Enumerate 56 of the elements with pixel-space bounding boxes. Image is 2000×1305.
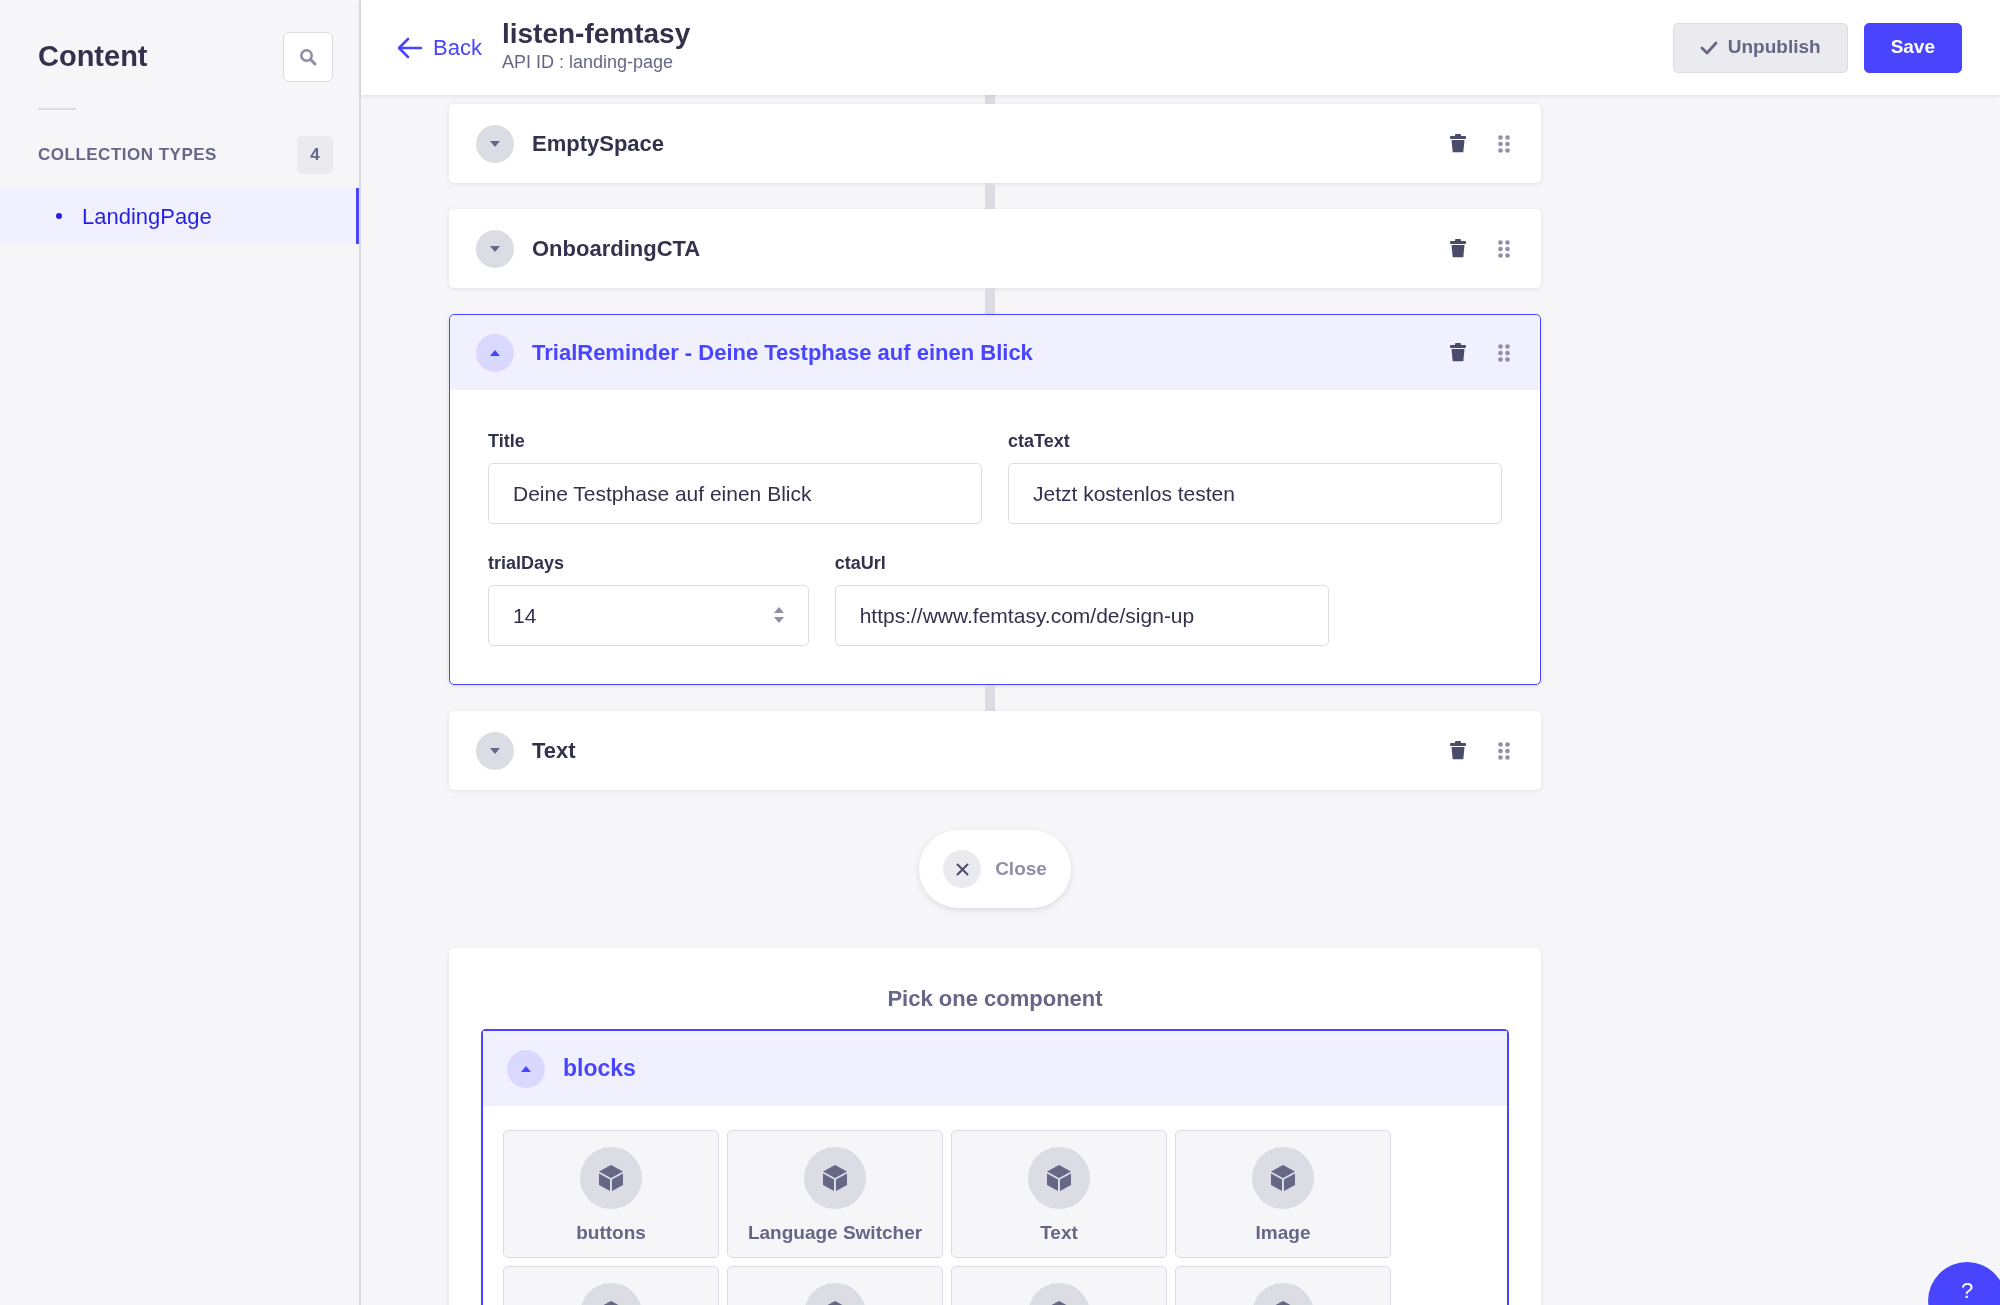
- input-field[interactable]: https://www.femtasy.com/de/sign-up: [834, 585, 1329, 646]
- page-title: listen-femtasy: [501, 18, 692, 50]
- field-label: ctaText: [1008, 430, 1071, 453]
- input-field[interactable]: Deine Testphase auf einen Blick: [488, 463, 982, 524]
- component-tile[interactable]: Language Switcher: [727, 1130, 943, 1258]
- caret-icon: [489, 348, 501, 357]
- field-label: ctaUrl: [834, 552, 887, 575]
- collapse-button[interactable]: [476, 333, 514, 372]
- group-name[interactable]: blocks: [563, 1051, 636, 1086]
- picker-title: Pick one component: [886, 985, 1104, 1013]
- drag-handle-icon: [1498, 343, 1510, 362]
- save-button[interactable]: Save: [1863, 22, 1962, 73]
- back-link[interactable]: Back: [397, 31, 482, 64]
- drag-handle-icon: [1498, 239, 1510, 258]
- sidebar-item[interactable]: LandingPage: [0, 188, 359, 244]
- sidebar-title: Content: [38, 39, 148, 75]
- trash-icon: [1450, 741, 1466, 760]
- expand-button[interactable]: [476, 229, 514, 268]
- count-badge: 4: [297, 136, 333, 174]
- caret-icon: [520, 1064, 532, 1073]
- spinner-icon[interactable]: [772, 606, 785, 624]
- caret-icon: [489, 244, 501, 253]
- component-title[interactable]: OnboardingCTA: [532, 232, 1446, 265]
- component-tile[interactable]: Text: [951, 1130, 1167, 1258]
- section-heading: COLLECTION TYPES: [38, 144, 217, 167]
- unpublish-button[interactable]: Unpublish: [1672, 22, 1848, 73]
- collapse-button[interactable]: [507, 1049, 545, 1088]
- check-icon: [1699, 40, 1718, 55]
- search-icon: [299, 48, 317, 66]
- search-button[interactable]: [283, 32, 333, 82]
- input-field[interactable]: Jetzt kostenlos testen: [1008, 463, 1502, 524]
- cube-icon: [822, 1164, 848, 1192]
- help-button[interactable]: ?: [1928, 1262, 2000, 1305]
- cube-icon: [1046, 1164, 1072, 1192]
- drag-handle-icon: [1498, 741, 1510, 760]
- expand-button[interactable]: [476, 731, 514, 770]
- field-label: trialDays: [488, 552, 566, 575]
- close-icon: [955, 862, 969, 876]
- trash-icon: [1450, 239, 1466, 258]
- expand-button[interactable]: [476, 124, 514, 163]
- caret-icon: [489, 746, 501, 755]
- cube-icon: [598, 1164, 624, 1192]
- close-button[interactable]: Close: [919, 830, 1071, 908]
- field-label: Title: [488, 430, 526, 453]
- component-tile[interactable]: Image: [1175, 1130, 1391, 1258]
- number-field[interactable]: 14: [488, 585, 809, 646]
- drag-handle-icon: [1498, 134, 1510, 153]
- component-tile[interactable]: buttons: [503, 1130, 719, 1258]
- page-subtitle: API ID : landing-page: [501, 51, 675, 75]
- component-title[interactable]: EmptySpace: [532, 127, 1446, 160]
- cube-icon: [1270, 1164, 1296, 1192]
- caret-icon: [489, 139, 501, 148]
- trash-icon: [1450, 134, 1466, 153]
- component-title[interactable]: Text: [532, 734, 1446, 767]
- trash-icon: [1450, 343, 1466, 362]
- arrow-left-icon: [397, 36, 423, 59]
